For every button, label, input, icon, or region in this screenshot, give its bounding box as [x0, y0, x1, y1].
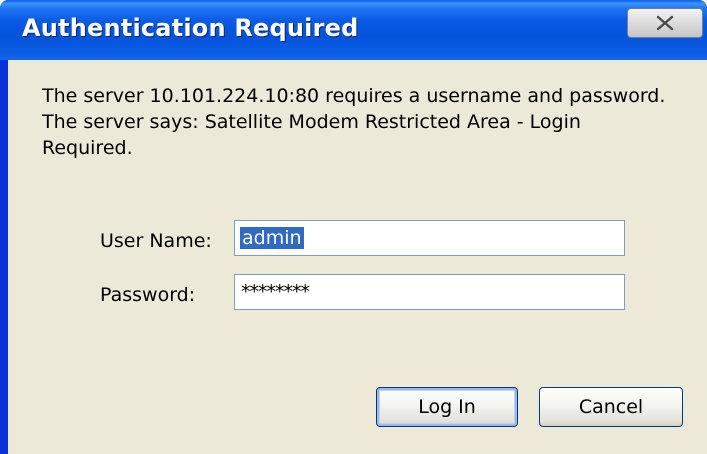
auth-message: The server 10.101.224.10:80 requires a u… — [42, 83, 702, 161]
dialog-title: Authentication Required — [22, 14, 359, 42]
username-value: admin — [240, 227, 304, 249]
auth-dialog: Authentication Required The server 10.10… — [0, 0, 707, 454]
username-label: User Name: — [100, 230, 212, 252]
username-field[interactable]: admin — [234, 220, 625, 256]
message-line: The server 10.101.224.10:80 requires a u… — [42, 85, 666, 107]
cancel-button[interactable]: Cancel — [539, 387, 683, 427]
message-line: Required. — [42, 137, 133, 159]
login-button[interactable]: Log In — [376, 387, 518, 427]
message-line: The server says: Satellite Modem Restric… — [42, 111, 581, 133]
password-value: ******** — [241, 281, 310, 303]
close-button[interactable] — [627, 8, 703, 38]
title-bar[interactable]: Authentication Required — [0, 0, 707, 60]
dialog-body: The server 10.101.224.10:80 requires a u… — [8, 60, 707, 454]
close-icon — [655, 15, 675, 31]
password-field[interactable]: ******** — [234, 274, 625, 310]
password-label: Password: — [100, 284, 196, 306]
